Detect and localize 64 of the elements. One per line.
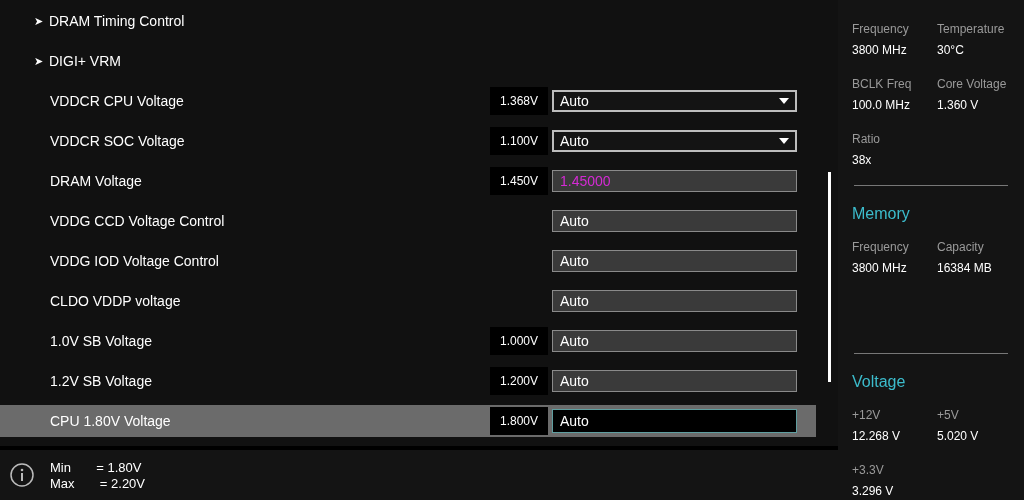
stat-value: 3800 MHz [852, 42, 908, 59]
stat-value: 3800 MHz [852, 260, 908, 277]
setting-label: 1.2V SB Voltage [49, 371, 153, 391]
stat-label: Temperature [937, 21, 1006, 38]
section-title: Memory [852, 204, 911, 224]
stat-label: BCLK Freq [852, 76, 913, 93]
setting-label: CLDO VDDP voltage [49, 291, 182, 311]
help-text: Min = 1.80V [50, 460, 143, 476]
voltage-reading: 1.450V [490, 167, 548, 195]
stat-label: +3.3V [852, 462, 885, 479]
setting-row[interactable]: 1.2V SB Voltage 1.200V Auto [0, 365, 816, 397]
stat-value: 30°C [937, 42, 965, 59]
stat-label: Capacity [937, 239, 985, 256]
scrollbar[interactable] [828, 172, 831, 382]
setting-row[interactable]: ➤ DIGI+ VRM [0, 45, 816, 77]
section-title: Voltage [852, 372, 907, 392]
voltage-reading: 1.200V [490, 367, 548, 395]
dropdown[interactable]: Auto [552, 90, 797, 112]
help-text: Max = 2.20V [50, 476, 146, 492]
stat-label: +5V [937, 407, 960, 424]
setting-row[interactable]: VDDCR CPU Voltage 1.368V Auto [0, 85, 816, 117]
input-field[interactable]: Auto [552, 290, 797, 312]
setting-label: VDDCR SOC Voltage [49, 131, 186, 151]
stat-value: 3.296 V [852, 483, 895, 500]
caret-icon [779, 98, 789, 104]
input-field[interactable]: Auto [552, 210, 797, 232]
setting-row[interactable]: VDDCR SOC Voltage 1.100V Auto [0, 125, 816, 157]
stat-label: Frequency [852, 239, 910, 256]
stat-value: 16384 MB [937, 260, 993, 277]
stat-label: Core Voltage [937, 76, 1008, 93]
voltage-reading: 1.000V [490, 327, 548, 355]
input-field[interactable]: Auto [552, 250, 797, 272]
setting-row[interactable]: 1.0V SB Voltage 1.000V Auto [0, 325, 816, 357]
stat-label: Frequency [852, 21, 910, 38]
stat-value: 100.0 MHz [852, 97, 912, 114]
submenu-item[interactable]: ➤ DRAM Timing Control [0, 10, 185, 32]
setting-label: DRAM Voltage [49, 171, 143, 191]
caret-icon [779, 138, 789, 144]
selected-row[interactable]: CPU 1.80V Voltage 1.800V Auto [0, 405, 816, 437]
input-field[interactable]: Auto [552, 330, 797, 352]
voltage-reading: 1.100V [490, 127, 548, 155]
stat-label: +12V [852, 407, 882, 424]
voltage-reading: 1.800V [490, 407, 548, 435]
setting-row[interactable]: ➤ DRAM Timing Control [0, 5, 816, 37]
setting-label: 1.0V SB Voltage [49, 331, 153, 351]
stat-value: 38x [852, 152, 873, 169]
info-icon [10, 463, 34, 487]
input-field[interactable]: Auto [552, 409, 797, 433]
setting-label: VDDG IOD Voltage Control [49, 251, 220, 271]
stat-label: Ratio [852, 131, 881, 148]
input-field[interactable]: Auto [552, 370, 797, 392]
stat-value: 1.360 V [937, 97, 980, 114]
setting-label: VDDCR CPU Voltage [49, 91, 185, 111]
setting-row[interactable]: CLDO VDDP voltage Auto [0, 285, 816, 317]
submenu-item[interactable]: ➤ DIGI+ VRM [0, 50, 121, 72]
setting-label: VDDG CCD Voltage Control [49, 211, 226, 231]
stat-value: 12.268 V [852, 428, 902, 445]
setting-row[interactable]: VDDG CCD Voltage Control Auto [0, 205, 816, 237]
stat-value: 5.020 V [937, 428, 980, 445]
dropdown[interactable]: Auto [552, 130, 797, 152]
setting-row[interactable]: DRAM Voltage 1.450V 1.45000 [0, 165, 816, 197]
voltage-reading: 1.368V [490, 87, 548, 115]
setting-label: CPU 1.80V Voltage [49, 411, 172, 431]
setting-row[interactable]: VDDG IOD Voltage Control Auto [0, 245, 816, 277]
